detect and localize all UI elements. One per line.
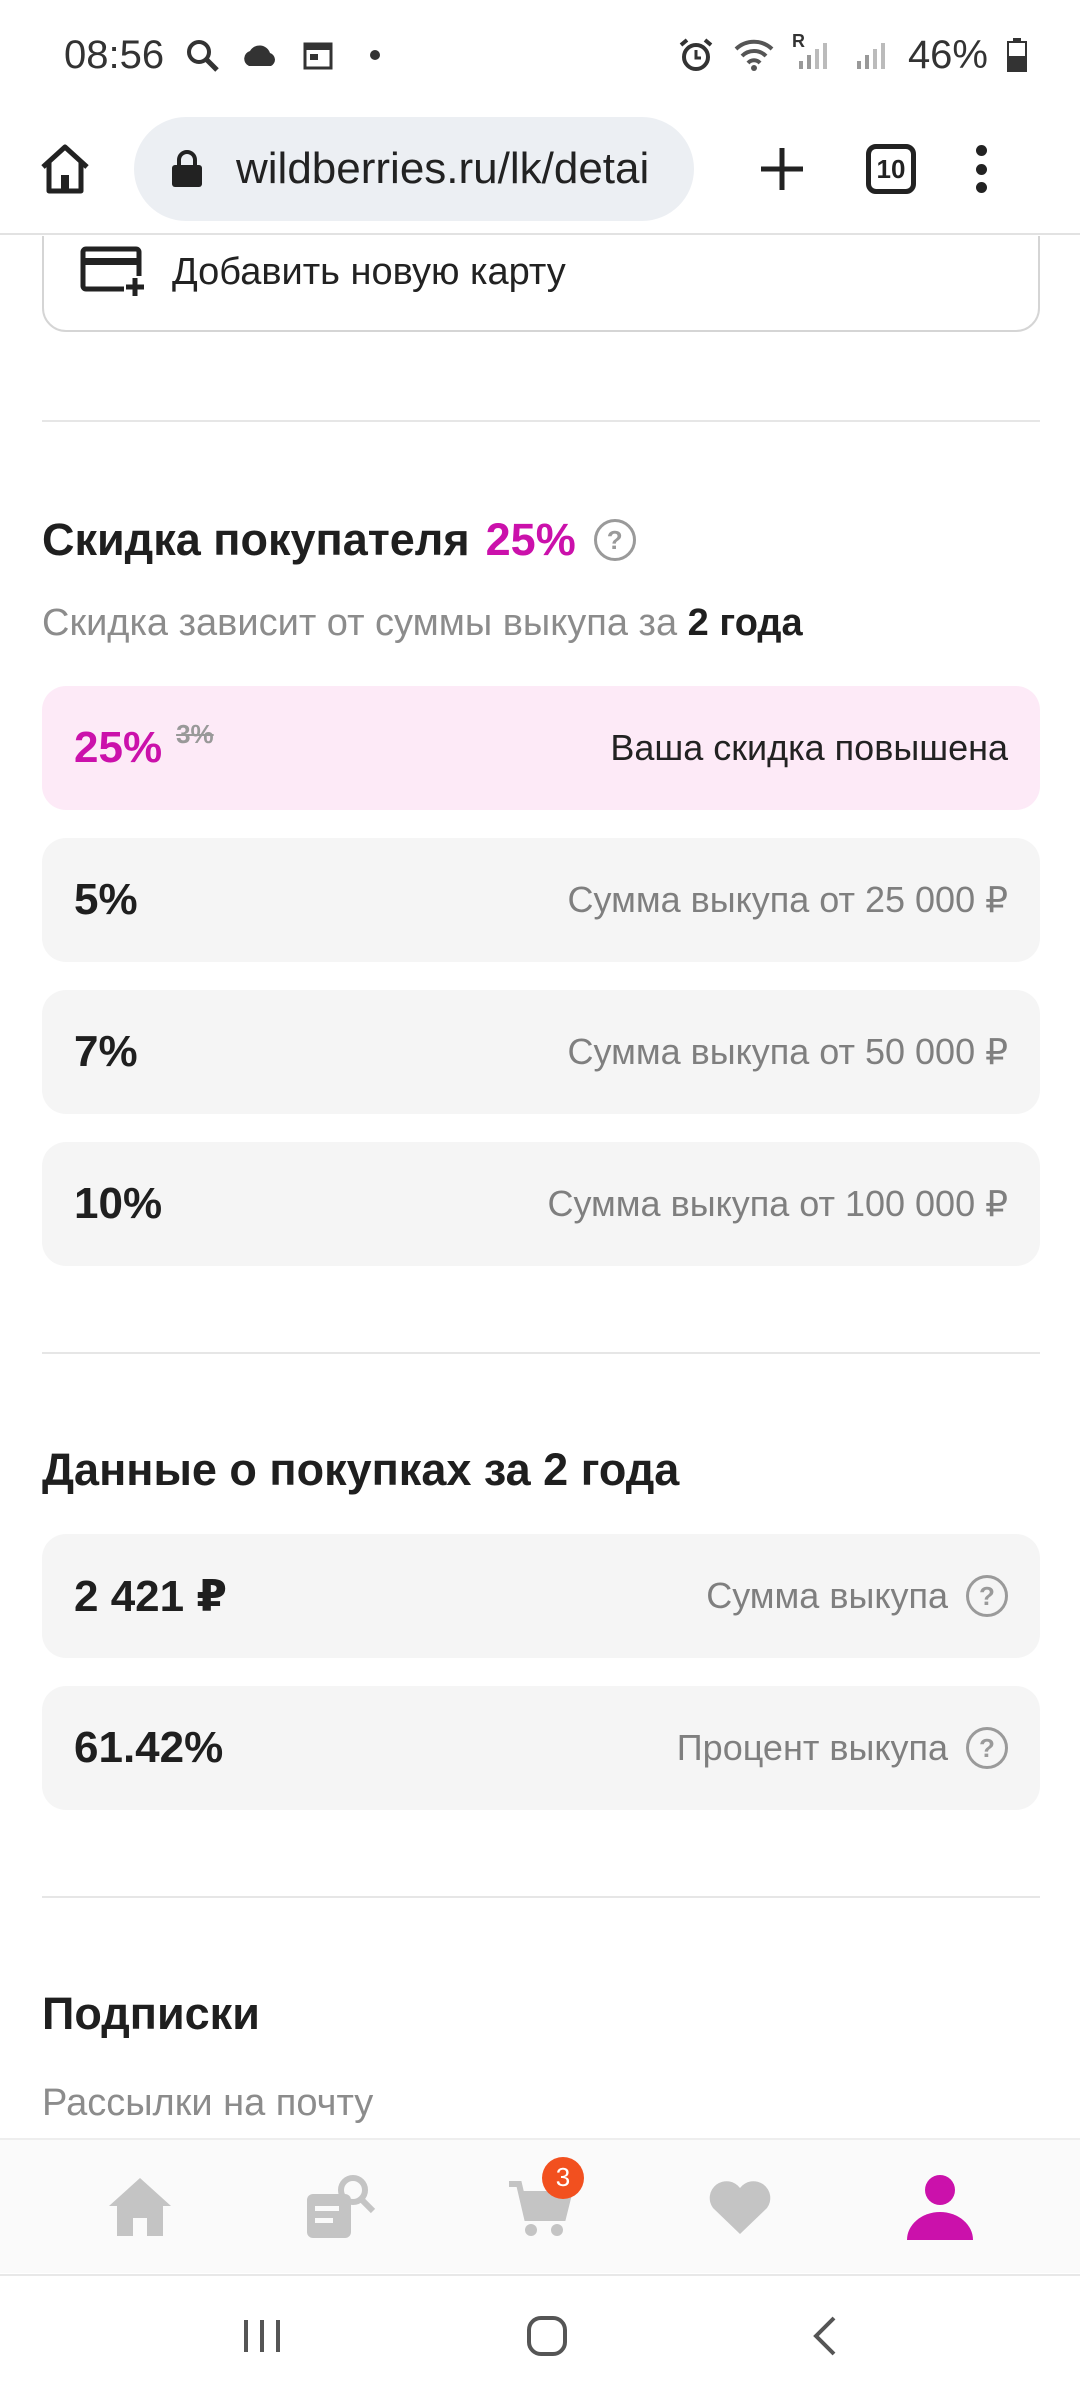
nav-favorites[interactable] (690, 2157, 790, 2257)
search-notification-icon (182, 35, 222, 75)
purchase-stat-row: 61.42% Процент выкупа ? (42, 1686, 1040, 1810)
alarm-icon (676, 35, 716, 75)
recent-apps-icon (244, 2319, 281, 2352)
battery-percent: 46% (907, 32, 988, 77)
add-card-icon (80, 246, 146, 298)
new-tab-button[interactable] (752, 139, 812, 199)
browser-toolbar: wildberries.ru/lk/detai 10 (0, 105, 1080, 235)
bottom-navigation: 3 (0, 2138, 1080, 2273)
divider (42, 1352, 1040, 1354)
lock-icon (172, 150, 202, 187)
signal-2-icon (850, 35, 890, 75)
profile-icon (907, 2174, 973, 2240)
subscriptions-subtitle: Рассылки на почту (42, 2082, 374, 2124)
subscriptions-title: Подписки (42, 1988, 260, 2040)
discount-subtitle-period: 2 года (687, 602, 803, 644)
tier-note: Сумма выкупа от 50 000 ₽ (567, 1031, 1008, 1072)
back-icon (812, 2316, 836, 2355)
old-discount-value: 3% (176, 718, 214, 749)
purchase-percent-value: 61.42% (74, 1723, 224, 1772)
divider (42, 420, 1040, 422)
tier-note: Сумма выкупа от 25 000 ₽ (567, 879, 1008, 920)
discount-tier-row: 5% Сумма выкупа от 25 000 ₽ (42, 838, 1040, 962)
status-bar: 08:56 R 46% (0, 0, 1080, 110)
roaming-label: R (791, 31, 805, 51)
page-content: Добавить новую карту Скидка покупателя 2… (0, 236, 1080, 2136)
current-discount-row: 25% 3% Ваша скидка повышена (42, 686, 1040, 810)
tab-count: 10 (876, 153, 906, 184)
calendar-icon (298, 35, 338, 75)
home-icon (41, 144, 89, 194)
status-time: 08:56 (64, 32, 165, 77)
recent-apps-button[interactable] (240, 2316, 284, 2361)
add-card-label: Добавить новую карту (172, 250, 566, 293)
heart-icon (709, 2180, 771, 2234)
purchases-title-text: Данные о покупках за 2 года (42, 1444, 680, 1495)
discount-tier-row: 7% Сумма выкупа от 50 000 ₽ (42, 990, 1040, 1114)
discount-title: Скидка покупателя 25% ? (42, 514, 636, 566)
system-navigation (0, 2274, 1080, 2400)
discount-subtitle-text: Скидка зависит от суммы выкупа за (42, 602, 678, 644)
browser-menu-button[interactable] (966, 139, 996, 199)
home-button[interactable] (30, 134, 100, 204)
discount-value: 25% (485, 514, 576, 565)
current-discount-note: Ваша скидка повышена (610, 727, 1008, 768)
help-icon[interactable]: ? (966, 1575, 1008, 1617)
discount-tier-row: 10% Сумма выкупа от 100 000 ₽ (42, 1142, 1040, 1266)
purchase-sum-value: 2 421 ₽ (74, 1571, 227, 1621)
catalog-search-icon (307, 2174, 376, 2238)
subscriptions-title-text: Подписки (42, 1988, 260, 2039)
url-text: wildberries.ru/lk/detai (236, 144, 650, 193)
help-icon[interactable]: ? (593, 519, 636, 561)
tier-value: 5% (74, 875, 138, 924)
add-card-button[interactable]: Добавить новую карту (42, 236, 1040, 332)
purchase-sum-label-wrap: Сумма выкупа ? (706, 1575, 1008, 1617)
nav-profile[interactable] (890, 2157, 990, 2257)
discount-title-text: Скидка покупателя (42, 514, 470, 565)
notification-dot (370, 50, 381, 60)
divider (42, 1896, 1040, 1898)
home-icon (109, 2177, 171, 2236)
plus-icon (761, 148, 803, 190)
system-home-button[interactable] (525, 2314, 569, 2363)
system-home-icon (526, 2315, 567, 2356)
menu-dot (975, 163, 987, 175)
purchase-stat-row: 2 421 ₽ Сумма выкупа ? (42, 1534, 1040, 1658)
tab-switcher-button[interactable]: 10 (866, 144, 916, 194)
tier-note: Сумма выкупа от 100 000 ₽ (547, 1183, 1008, 1224)
current-discount-value: 25% (74, 723, 163, 772)
nav-cart[interactable]: 3 (490, 2156, 590, 2257)
nav-home[interactable] (90, 2157, 190, 2257)
cloud-icon (240, 35, 280, 75)
menu-dot (975, 145, 987, 156)
address-bar[interactable]: wildberries.ru/lk/detai (134, 117, 694, 221)
battery-icon (1006, 35, 1028, 75)
system-back-button[interactable] (810, 2314, 840, 2363)
purchases-title: Данные о покупках за 2 года (42, 1444, 679, 1496)
nav-catalog[interactable] (290, 2157, 390, 2257)
signal-icon: R (792, 31, 832, 75)
wifi-icon (734, 35, 774, 75)
help-icon[interactable]: ? (966, 1727, 1008, 1769)
purchase-percent-label-wrap: Процент выкупа ? (677, 1727, 1008, 1769)
discount-subtitle: Скидка зависит от суммы выкупа за 2 года (42, 602, 803, 645)
tier-value: 7% (74, 1027, 138, 1076)
menu-dot (975, 182, 987, 193)
cart-badge: 3 (542, 2156, 584, 2199)
tier-value: 10% (74, 1179, 163, 1228)
purchase-percent-label: Процент выкупа (676, 1727, 948, 1768)
purchase-sum-label: Сумма выкупа (706, 1575, 948, 1616)
